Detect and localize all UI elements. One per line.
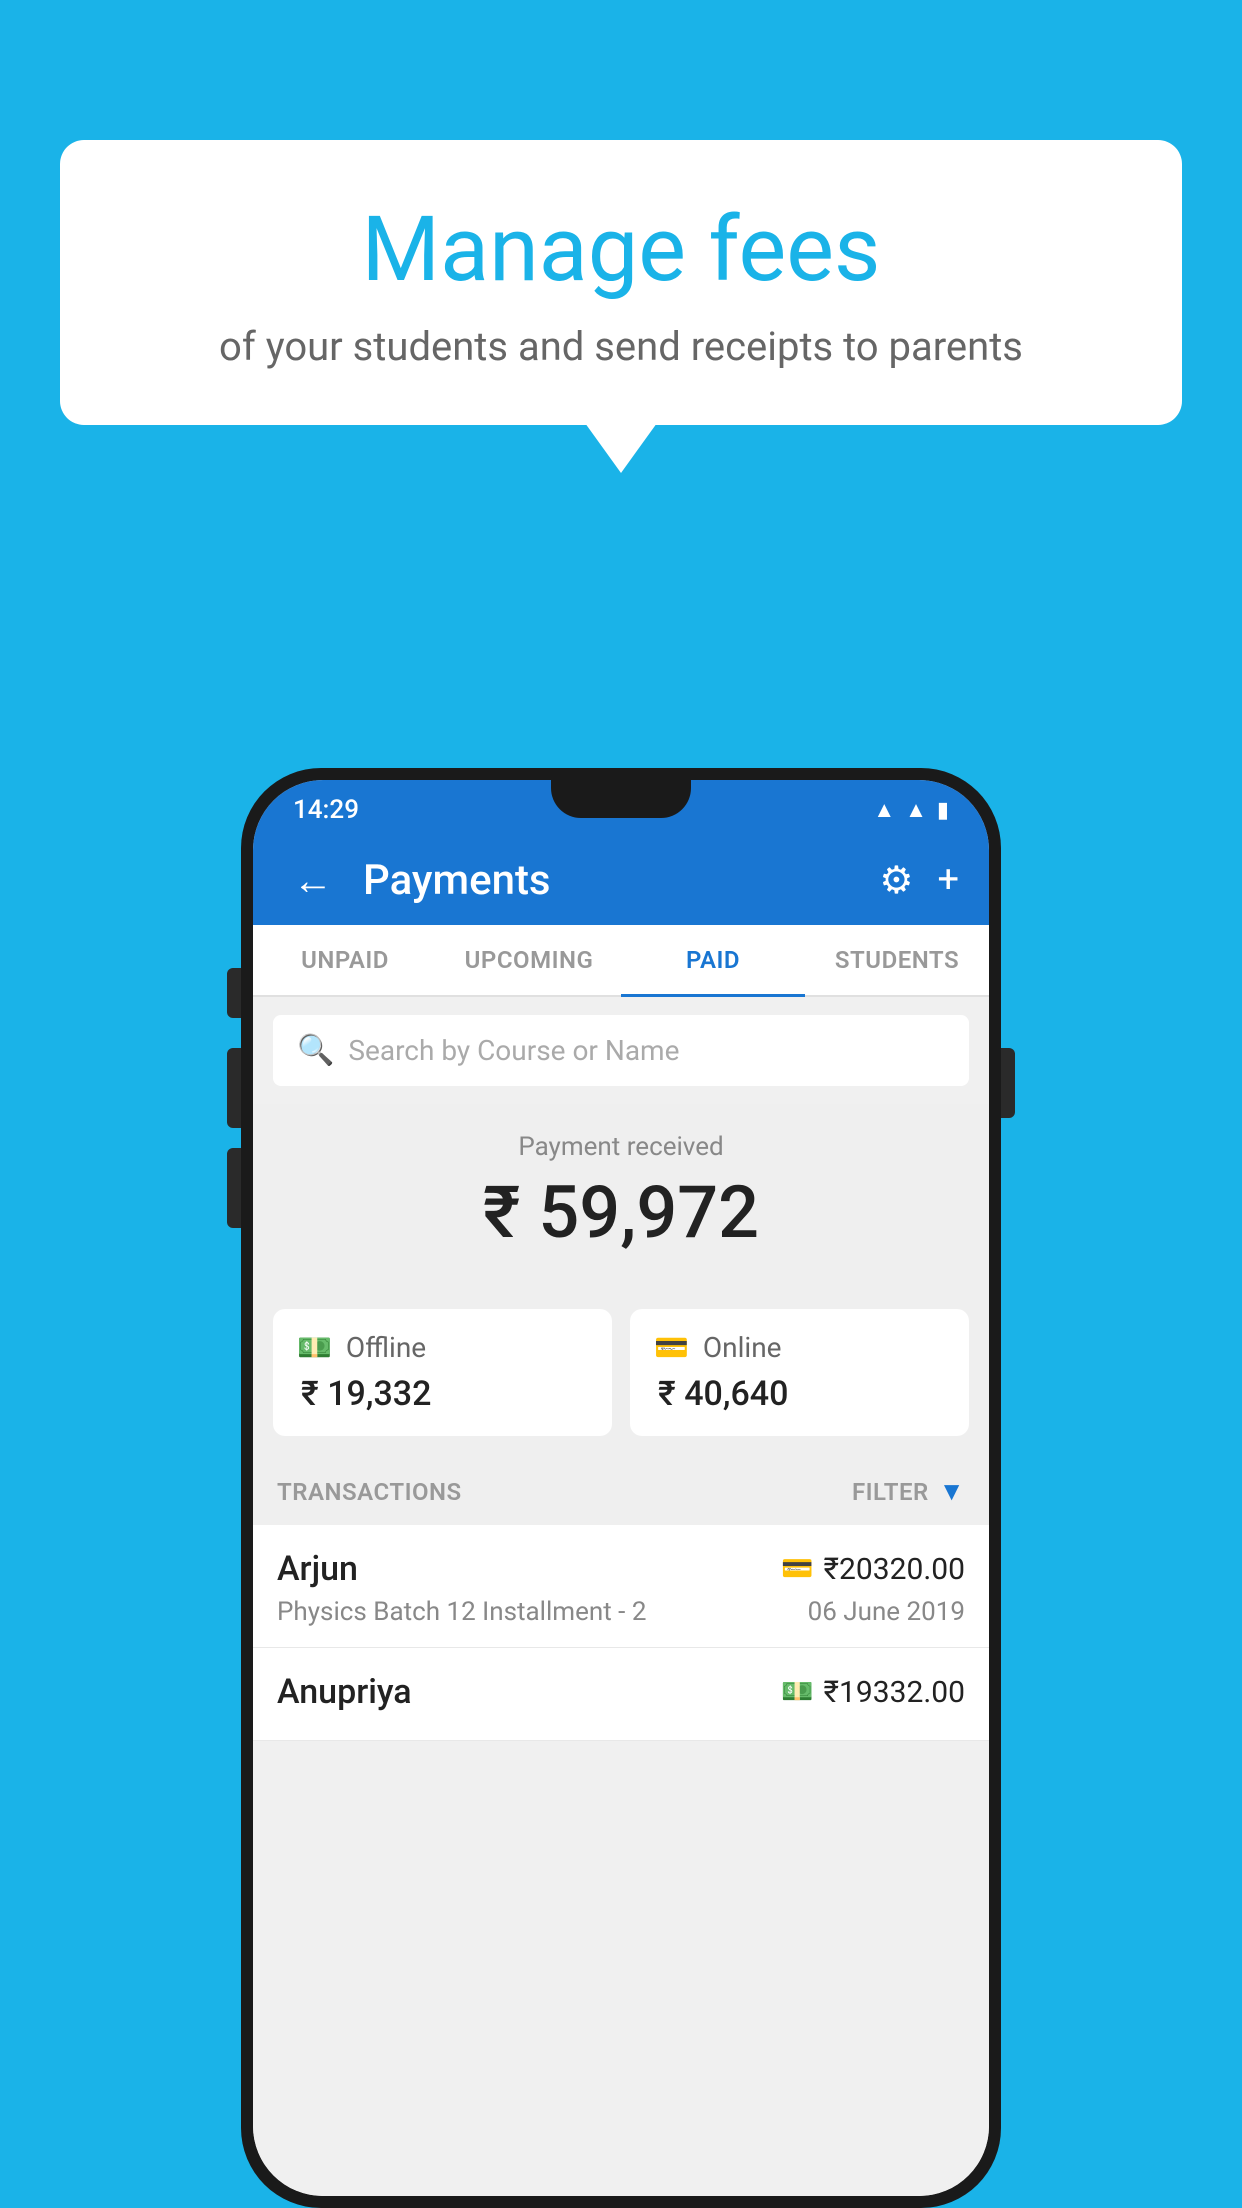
transaction-amount-anupriya: ₹19332.00	[824, 1675, 965, 1710]
speech-bubble-subtitle: of your students and send receipts to pa…	[110, 323, 1132, 370]
back-button[interactable]: ←	[283, 847, 343, 914]
transaction-amount-wrap-arjun: 💳 ₹20320.00	[781, 1552, 965, 1587]
transaction-row-arjun[interactable]: Arjun 💳 ₹20320.00 Physics Batch 12 Insta…	[253, 1525, 989, 1648]
payment-card-online: 💳 Online ₹ 40,640	[630, 1309, 969, 1436]
app-title: Payments	[363, 856, 859, 905]
payment-received-label: Payment received	[273, 1132, 969, 1162]
offline-icon: 💵	[297, 1331, 332, 1364]
transaction-method-icon-anupriya: 💵	[781, 1677, 813, 1707]
filter-button[interactable]: FILTER ▼	[852, 1476, 965, 1507]
mute-button	[227, 968, 241, 1018]
status-icons: ▲ ▲ ▮	[873, 797, 949, 823]
transaction-top-arjun: Arjun 💳 ₹20320.00	[277, 1549, 965, 1589]
transaction-bottom-arjun: Physics Batch 12 Installment - 2 06 June…	[277, 1597, 965, 1627]
transactions-header: TRANSACTIONS FILTER ▼	[253, 1458, 989, 1525]
phone-device: 14:29 ▲ ▲ ▮ ← Payments ⚙ + UNPAID UPCO	[241, 768, 1001, 2208]
status-time: 14:29	[293, 795, 359, 825]
filter-label: FILTER	[852, 1478, 929, 1506]
tab-students[interactable]: STUDENTS	[805, 925, 989, 995]
offline-amount: ₹ 19,332	[297, 1374, 588, 1414]
online-label: Online	[703, 1331, 782, 1364]
app-bar-actions: ⚙ +	[879, 858, 959, 903]
search-icon: 🔍	[297, 1033, 334, 1068]
offline-card-header: 💵 Offline	[297, 1331, 588, 1364]
payment-card-offline: 💵 Offline ₹ 19,332	[273, 1309, 612, 1436]
app-bar: ← Payments ⚙ +	[253, 835, 989, 925]
tab-unpaid[interactable]: UNPAID	[253, 925, 437, 995]
transaction-course-arjun: Physics Batch 12 Installment - 2	[277, 1597, 646, 1627]
transactions-label: TRANSACTIONS	[277, 1478, 462, 1506]
tab-paid[interactable]: PAID	[621, 925, 805, 995]
online-card-header: 💳 Online	[654, 1331, 945, 1364]
speech-bubble-section: Manage fees of your students and send re…	[60, 140, 1182, 425]
phone-notch	[551, 780, 691, 818]
payment-methods-row: 💵 Offline ₹ 19,332 💳 Online ₹ 40,640	[253, 1287, 989, 1458]
volume-up-button	[227, 1048, 241, 1128]
transaction-name-arjun: Arjun	[277, 1549, 358, 1589]
settings-button[interactable]: ⚙	[879, 858, 913, 903]
transaction-top-anupriya: Anupriya 💵 ₹19332.00	[277, 1672, 965, 1712]
search-placeholder-text: Search by Course or Name	[348, 1034, 679, 1067]
search-bar[interactable]: 🔍 Search by Course or Name	[273, 1015, 969, 1086]
transaction-amount-wrap-anupriya: 💵 ₹19332.00	[781, 1675, 965, 1710]
tab-upcoming[interactable]: UPCOMING	[437, 925, 621, 995]
battery-icon: ▮	[937, 798, 949, 823]
speech-bubble-title: Manage fees	[110, 200, 1132, 299]
wifi-icon: ▲	[873, 797, 895, 823]
phone-screen: 14:29 ▲ ▲ ▮ ← Payments ⚙ + UNPAID UPCO	[253, 780, 989, 2196]
transaction-date-arjun: 06 June 2019	[808, 1597, 965, 1627]
signal-icon: ▲	[905, 797, 927, 823]
online-icon: 💳	[654, 1331, 689, 1364]
speech-bubble: Manage fees of your students and send re…	[60, 140, 1182, 425]
phone-shell: 14:29 ▲ ▲ ▮ ← Payments ⚙ + UNPAID UPCO	[241, 768, 1001, 2208]
transaction-name-anupriya: Anupriya	[277, 1672, 412, 1712]
online-amount: ₹ 40,640	[654, 1374, 945, 1414]
offline-label: Offline	[346, 1331, 426, 1364]
filter-icon: ▼	[939, 1476, 965, 1507]
transaction-method-icon-arjun: 💳	[781, 1554, 813, 1584]
payment-received-amount: ₹ 59,972	[273, 1170, 969, 1255]
content-area: 🔍 Search by Course or Name Payment recei…	[253, 997, 989, 2196]
add-button[interactable]: +	[937, 858, 959, 902]
transaction-row-anupriya[interactable]: Anupriya 💵 ₹19332.00	[253, 1648, 989, 1741]
volume-down-button	[227, 1148, 241, 1228]
payment-received-section: Payment received ₹ 59,972	[253, 1104, 989, 1287]
tabs-bar: UNPAID UPCOMING PAID STUDENTS	[253, 925, 989, 997]
transaction-amount-arjun: ₹20320.00	[824, 1552, 965, 1587]
power-button	[1001, 1048, 1015, 1118]
